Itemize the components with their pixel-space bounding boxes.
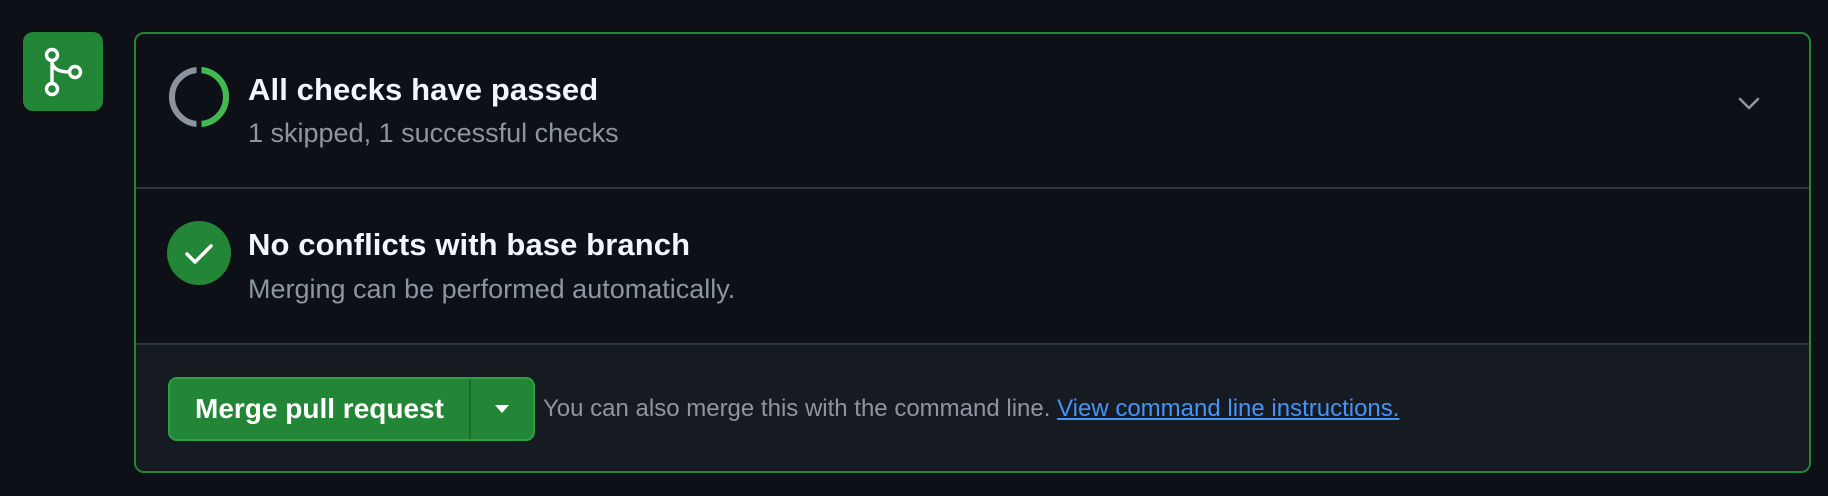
merge-status-badge	[23, 32, 103, 111]
merge-section: Merge pull request You can also merge th…	[136, 345, 1809, 471]
checks-subtitle: 1 skipped, 1 successful checks	[248, 118, 619, 148]
command-line-hint: You can also merge this with the command…	[543, 395, 1399, 423]
command-line-instructions-link[interactable]: View command line instructions.	[1057, 395, 1399, 422]
chevron-down-icon	[1738, 97, 1760, 110]
conflicts-section: No conflicts with base branch Merging ca…	[136, 189, 1809, 345]
check-circle-icon	[167, 221, 231, 285]
git-merge-icon	[44, 47, 83, 96]
checks-section: All checks have passed 1 skipped, 1 succ…	[136, 34, 1809, 189]
merge-method-dropdown[interactable]	[470, 379, 533, 439]
merge-button-group: Merge pull request	[168, 377, 535, 441]
triangle-down-icon	[494, 405, 509, 413]
command-line-hint-text: You can also merge this with the command…	[543, 395, 1058, 422]
expand-checks-toggle[interactable]	[1729, 84, 1769, 124]
merge-pull-request-button[interactable]: Merge pull request	[170, 379, 471, 439]
merge-box: All checks have passed 1 skipped, 1 succ…	[134, 32, 1811, 473]
checks-title: All checks have passed	[248, 72, 599, 107]
conflicts-title: No conflicts with base branch	[248, 227, 691, 262]
partial-ring-icon	[169, 66, 229, 128]
conflicts-subtitle: Merging can be performed automatically.	[248, 274, 736, 304]
